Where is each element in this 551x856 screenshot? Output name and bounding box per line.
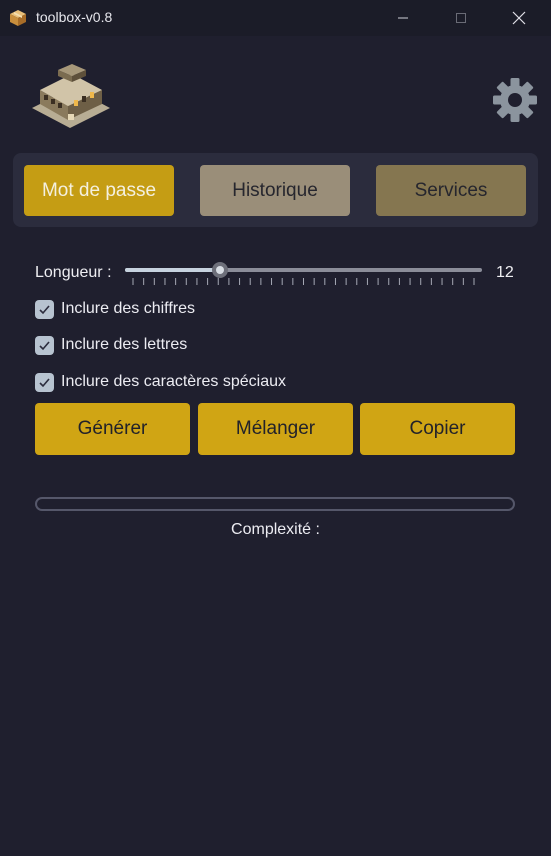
slider-ticks (132, 278, 475, 285)
building-logo (32, 64, 110, 128)
close-button[interactable] (490, 0, 548, 36)
option-digits[interactable]: Inclure des chiffres (35, 298, 195, 320)
option-special-chars[interactable]: Inclure des caractères spéciaux (35, 371, 286, 393)
package-icon (10, 10, 26, 26)
letters-label: Inclure des lettres (61, 336, 188, 353)
digits-label: Inclure des chiffres (61, 300, 195, 317)
option-letters[interactable]: Inclure des lettres (35, 334, 187, 356)
tab-password[interactable]: Mot de passe (24, 165, 174, 216)
tab-services[interactable]: Services (376, 165, 526, 216)
generate-button[interactable]: Générer (35, 403, 190, 455)
minimize-icon (398, 17, 408, 19)
slider-fill (125, 268, 215, 272)
maximize-icon (456, 13, 466, 23)
complexity-label: Complexité : (231, 521, 320, 538)
check-icon (39, 377, 50, 387)
check-icon (39, 304, 50, 314)
copy-button[interactable]: Copier (360, 403, 515, 455)
title-bar: toolbox-v0.8 (0, 0, 551, 36)
close-icon (512, 11, 526, 25)
digits-checkbox[interactable] (35, 299, 54, 319)
minimize-button[interactable] (374, 0, 432, 36)
tab-history[interactable]: Historique (200, 165, 350, 216)
special-chars-label: Inclure des caractères spéciaux (61, 373, 286, 390)
tab-bar: Mot de passe Historique Services (13, 153, 538, 227)
complexity-progress-bar (35, 497, 515, 511)
special-chars-checkbox[interactable] (35, 372, 54, 392)
length-label: Longueur : (35, 264, 112, 281)
slider-thumb[interactable] (212, 262, 229, 278)
length-slider[interactable] (125, 258, 482, 292)
maximize-button[interactable] (432, 0, 490, 36)
window-title: toolbox-v0.8 (36, 9, 113, 25)
gear-icon[interactable] (491, 76, 539, 124)
check-icon (39, 340, 50, 350)
length-value: 12 (496, 264, 514, 281)
letters-checkbox[interactable] (35, 335, 54, 355)
shuffle-button[interactable]: Mélanger (198, 403, 353, 455)
